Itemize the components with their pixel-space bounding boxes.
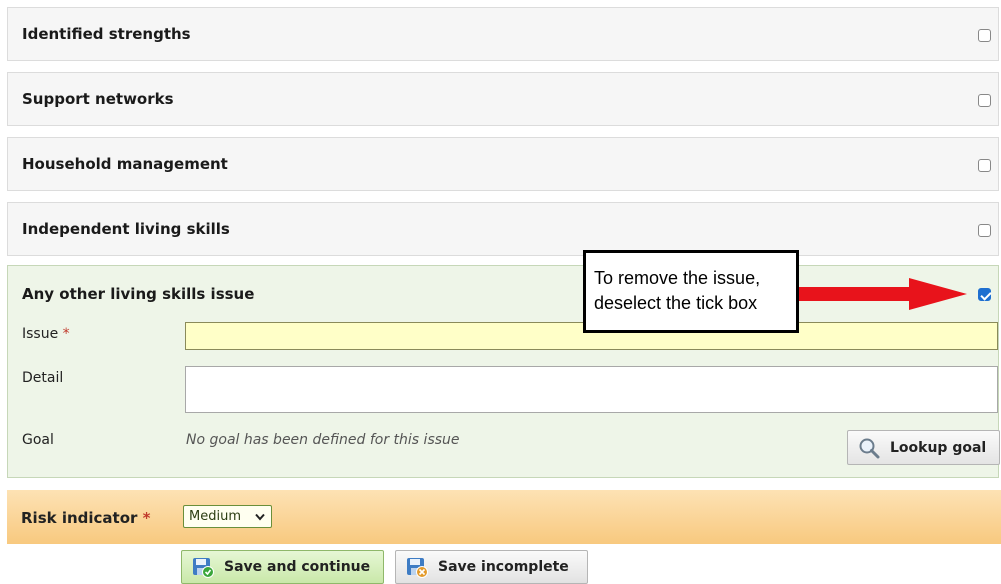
section-support-networks[interactable]: Support networks xyxy=(7,72,999,126)
issue-label-text: Issue xyxy=(22,326,59,342)
risk-label-text: Risk indicator xyxy=(21,509,138,527)
save-and-continue-button[interactable]: Save and continue xyxy=(181,550,384,584)
section-title: Identified strengths xyxy=(22,25,191,43)
save-and-continue-label: Save and continue xyxy=(224,559,371,575)
section-title: Any other living skills issue xyxy=(22,285,255,303)
section-title: Support networks xyxy=(22,90,174,108)
required-marker: * xyxy=(142,509,151,527)
risk-select-value: Medium xyxy=(189,509,241,524)
callout-line-2: deselect the tick box xyxy=(594,293,758,313)
section-checkbox[interactable] xyxy=(978,159,991,172)
save-continue-icon xyxy=(193,558,214,578)
callout-line-1: To remove the issue, xyxy=(594,268,761,288)
instruction-callout: To remove the issue, deselect the tick b… xyxy=(583,250,799,333)
issue-label: Issue * xyxy=(22,326,70,342)
section-title: Independent living skills xyxy=(22,220,230,238)
detail-label: Detail xyxy=(22,370,64,386)
section-identified-strengths[interactable]: Identified strengths xyxy=(7,7,999,61)
chevron-down-icon xyxy=(255,513,265,521)
section-checkbox[interactable] xyxy=(978,224,991,237)
detail-textarea[interactable] xyxy=(185,366,998,413)
risk-indicator-bar: Risk indicator * xyxy=(7,490,1001,544)
section-checkbox[interactable] xyxy=(978,94,991,107)
save-incomplete-button[interactable]: Save incomplete xyxy=(395,550,588,584)
section-checkbox-checked[interactable] xyxy=(978,288,991,301)
section-household-management[interactable]: Household management xyxy=(7,137,999,191)
save-incomplete-icon xyxy=(407,558,428,578)
lookup-goal-label: Lookup goal xyxy=(890,439,987,456)
goal-note: No goal has been defined for this issue xyxy=(186,432,460,448)
magnifier-icon xyxy=(859,438,880,458)
risk-label: Risk indicator * xyxy=(21,509,151,527)
red-arrow-icon xyxy=(799,278,967,310)
section-title: Household management xyxy=(22,155,228,173)
section-checkbox[interactable] xyxy=(978,29,991,42)
risk-select[interactable]: Medium xyxy=(183,505,272,528)
goal-label: Goal xyxy=(22,432,54,448)
lookup-goal-button[interactable]: Lookup goal xyxy=(847,430,1000,465)
save-incomplete-label: Save incomplete xyxy=(438,559,569,575)
required-marker: * xyxy=(62,326,70,342)
section-independent-living-skills[interactable]: Independent living skills xyxy=(7,202,999,256)
